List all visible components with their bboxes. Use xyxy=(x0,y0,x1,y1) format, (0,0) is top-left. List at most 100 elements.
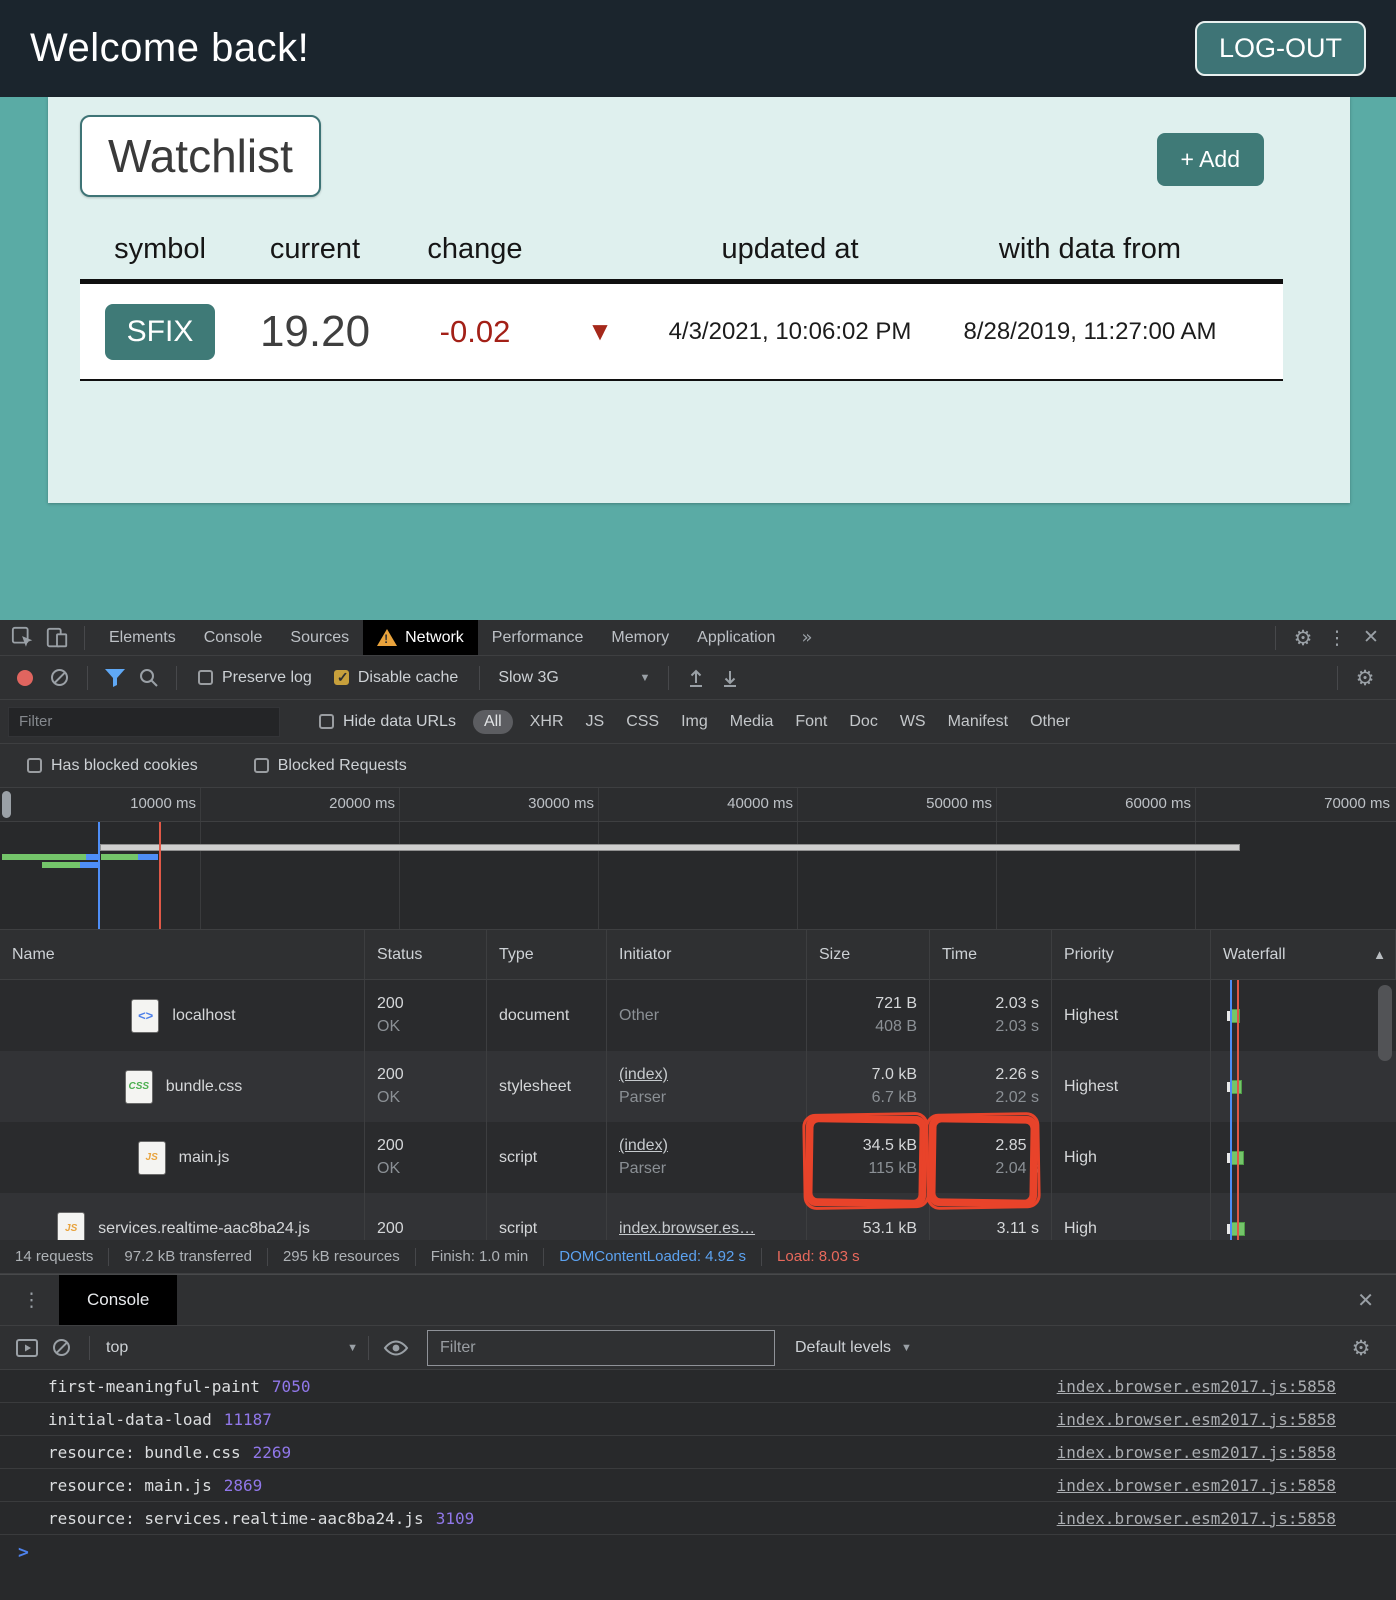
request-row-services-realtime[interactable]: JS services.realtime-aac8ba24.js 200 scr… xyxy=(0,1193,1396,1240)
col-priority[interactable]: Priority xyxy=(1052,930,1211,979)
chevron-down-icon: ▼ xyxy=(901,1342,912,1354)
chevron-down-icon: ▼ xyxy=(639,672,650,684)
timeline-green-bar xyxy=(101,854,138,860)
col-change: change xyxy=(390,233,560,266)
tab-console[interactable]: Console xyxy=(190,620,277,655)
col-status[interactable]: Status xyxy=(365,930,487,979)
col-updated-at: updated at xyxy=(640,233,940,266)
filter-type-other[interactable]: Other xyxy=(1030,713,1070,731)
app-main: Watchlist + Add symbol current change up… xyxy=(0,97,1396,620)
filter-type-font[interactable]: Font xyxy=(795,713,827,731)
export-har-icon[interactable] xyxy=(713,663,747,693)
request-row-localhost[interactable]: <> localhost 200OK document Other 721 B4… xyxy=(0,980,1396,1051)
console-drawer-tab[interactable]: Console xyxy=(59,1275,177,1325)
col-name[interactable]: Name xyxy=(0,930,365,979)
console-settings-gear-icon[interactable]: ⚙ xyxy=(1344,1333,1378,1363)
checkbox-icon xyxy=(319,714,334,729)
filter-type-ws[interactable]: WS xyxy=(900,713,926,731)
load-marker-line xyxy=(1237,980,1239,1240)
eye-icon[interactable] xyxy=(379,1333,413,1363)
tick-label: 50000 ms xyxy=(926,795,992,812)
throttling-dropdown[interactable]: Slow 3G ▼ xyxy=(490,669,658,687)
log-entry: first-meaningful-paint7050 index.browser… xyxy=(0,1370,1396,1403)
blocked-requests-checkbox[interactable]: Blocked Requests xyxy=(254,757,407,775)
tab-memory[interactable]: Memory xyxy=(597,620,683,655)
console-sidebar-icon[interactable] xyxy=(10,1333,44,1363)
symbol-badge[interactable]: SFIX xyxy=(105,304,216,360)
filter-type-xhr[interactable]: XHR xyxy=(530,713,564,731)
filter-type-js[interactable]: JS xyxy=(586,713,605,731)
import-har-icon[interactable] xyxy=(679,663,713,693)
tab-application[interactable]: Application xyxy=(683,620,789,655)
add-button[interactable]: + Add xyxy=(1157,133,1264,186)
tab-sources[interactable]: Sources xyxy=(276,620,363,655)
dcl-marker-line xyxy=(98,822,100,929)
timeline-overview[interactable] xyxy=(0,822,1396,930)
network-filter-input[interactable] xyxy=(8,707,280,737)
inspect-cursor-icon[interactable] xyxy=(6,623,40,653)
dom-content-loaded-time: DOMContentLoaded: 4.92 s xyxy=(544,1248,761,1265)
waterfall-bar xyxy=(1227,1222,1267,1236)
logout-button[interactable]: LOG-OUT xyxy=(1195,21,1366,76)
clear-console-icon[interactable] xyxy=(53,1339,70,1356)
source-link[interactable]: index.browser.esm2017.js:5858 xyxy=(1057,1443,1336,1462)
filter-funnel-icon[interactable] xyxy=(98,663,132,693)
transferred-size: 97.2 kB transferred xyxy=(109,1248,267,1265)
filter-type-all[interactable]: All xyxy=(473,710,513,734)
watchlist-card: Watchlist + Add symbol current change up… xyxy=(48,97,1350,503)
filter-type-media[interactable]: Media xyxy=(730,713,774,731)
close-devtools-icon[interactable]: ✕ xyxy=(1354,623,1388,653)
source-link[interactable]: index.browser.esm2017.js:5858 xyxy=(1057,1476,1336,1495)
tab-network[interactable]: Network xyxy=(363,620,478,655)
console-prompt[interactable]: > xyxy=(0,1535,1396,1569)
more-tabs-icon[interactable]: » xyxy=(789,627,824,648)
filter-type-css[interactable]: CSS xyxy=(626,713,659,731)
source-link[interactable]: index.browser.esm2017.js:5858 xyxy=(1057,1410,1336,1429)
record-icon[interactable] xyxy=(17,670,33,686)
execution-context-dropdown[interactable]: top ▼ xyxy=(106,1339,358,1357)
kebab-menu-icon[interactable]: ⋮ xyxy=(1320,623,1354,653)
request-row-main-js[interactable]: JS main.js 200OK script (index)Parser 34… xyxy=(0,1122,1396,1193)
js-file-icon: JS xyxy=(58,1213,84,1241)
close-drawer-icon[interactable]: ✕ xyxy=(1357,1288,1374,1313)
finish-time: Finish: 1.0 min xyxy=(416,1248,544,1265)
network-settings-gear-icon[interactable]: ⚙ xyxy=(1348,663,1382,693)
requests-count: 14 requests xyxy=(0,1248,108,1265)
filter-type-img[interactable]: Img xyxy=(681,713,708,731)
tab-performance[interactable]: Performance xyxy=(478,620,598,655)
col-time[interactable]: Time xyxy=(930,930,1052,979)
with-data-from-value: 8/28/2019, 11:27:00 AM xyxy=(940,318,1240,346)
log-entry: resource: bundle.css2269 index.browser.e… xyxy=(0,1436,1396,1469)
settings-gear-icon[interactable]: ⚙ xyxy=(1286,623,1320,653)
drawer-kebab-icon[interactable]: ⋮ xyxy=(22,1289,41,1311)
filter-type-manifest[interactable]: Manifest xyxy=(948,713,1008,731)
request-row-bundle-css[interactable]: CSS bundle.css 200OK stylesheet (index)P… xyxy=(0,1051,1396,1122)
current-price: 19.20 xyxy=(240,307,390,357)
search-icon[interactable] xyxy=(132,663,166,693)
source-link[interactable]: index.browser.esm2017.js:5858 xyxy=(1057,1377,1336,1396)
col-waterfall[interactable]: Waterfall xyxy=(1211,930,1396,979)
disable-cache-checkbox[interactable]: Disable cache xyxy=(334,669,459,687)
waterfall-bar xyxy=(1227,1080,1267,1094)
device-toolbar-icon[interactable] xyxy=(40,623,74,653)
preserve-log-checkbox[interactable]: Preserve log xyxy=(198,669,312,687)
timeline-handle[interactable] xyxy=(2,791,11,818)
dcl-marker-line xyxy=(1230,980,1232,1240)
time-annotation-box xyxy=(929,1116,1037,1206)
log-levels-dropdown[interactable]: Default levels ▼ xyxy=(789,1339,918,1357)
scrollbar-thumb[interactable] xyxy=(1378,985,1392,1061)
size-annotation-box xyxy=(806,1116,926,1206)
has-blocked-cookies-checkbox[interactable]: Has blocked cookies xyxy=(27,757,198,775)
console-filter-input[interactable] xyxy=(427,1330,775,1366)
watchlist-title: Watchlist xyxy=(80,115,321,197)
col-initiator[interactable]: Initiator xyxy=(607,930,807,979)
col-type[interactable]: Type xyxy=(487,930,607,979)
clear-icon[interactable] xyxy=(51,669,68,686)
filter-type-doc[interactable]: Doc xyxy=(849,713,877,731)
page: Welcome back! LOG-OUT Watchlist + Add sy… xyxy=(0,0,1396,1600)
hide-data-urls-checkbox[interactable]: Hide data URLs xyxy=(319,713,456,731)
col-size[interactable]: Size xyxy=(807,930,930,979)
sort-asc-icon[interactable]: ▲ xyxy=(1373,947,1386,962)
source-link[interactable]: index.browser.esm2017.js:5858 xyxy=(1057,1509,1336,1528)
tab-elements[interactable]: Elements xyxy=(95,620,190,655)
